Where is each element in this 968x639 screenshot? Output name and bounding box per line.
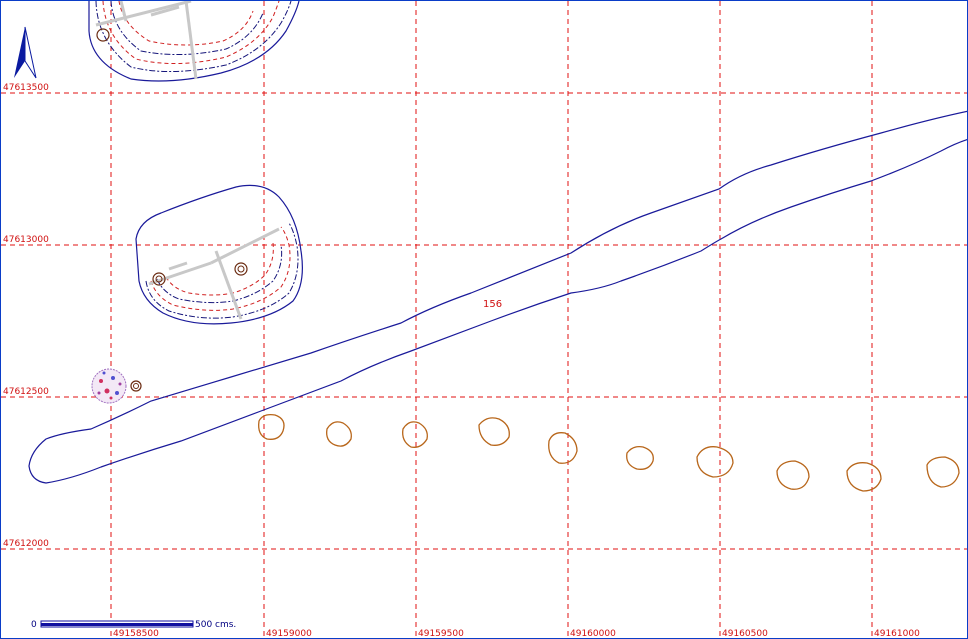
x-label: 49159500	[418, 629, 464, 639]
scale-start-label: 0	[31, 620, 37, 630]
x-label: 49161000	[874, 629, 920, 639]
map-canvas[interactable]: 47613500 47613000 47612500 47612000 4915…	[0, 0, 968, 639]
pit	[478, 417, 510, 446]
y-label: 47613500	[3, 83, 49, 93]
contour-label: 156	[483, 299, 502, 310]
pit	[258, 413, 285, 440]
x-label: 49160000	[570, 629, 616, 639]
y-label: 47612500	[3, 387, 49, 397]
pit	[776, 460, 810, 490]
map-svg: 47613500 47613000 47612500 47612000 4915…	[1, 1, 967, 639]
y-label: 47612000	[3, 539, 49, 549]
pit	[926, 456, 960, 488]
grid-lines	[1, 1, 967, 638]
y-axis-labels: 47613500 47613000 47612500 47612000	[3, 83, 49, 549]
x-label: 49160500	[722, 629, 768, 639]
pit	[402, 421, 428, 448]
pit	[326, 421, 352, 447]
channel-contour: 156	[28, 110, 967, 484]
scale-end-label: 500	[195, 620, 212, 630]
y-label: 47613000	[3, 235, 49, 245]
pit	[846, 462, 882, 492]
x-label: 49158500	[113, 629, 159, 639]
pit	[696, 446, 734, 478]
middle-structure	[135, 184, 303, 325]
rock-feature	[91, 368, 142, 404]
top-structure	[88, 1, 300, 82]
pits-row	[258, 413, 960, 492]
pit	[548, 432, 578, 464]
x-axis-labels: 49158500 49159000 49159500 49160000 4916…	[113, 629, 920, 639]
pit	[626, 445, 654, 470]
x-label: 49159000	[266, 629, 312, 639]
scale-unit-label: cms.	[215, 620, 236, 630]
north-arrow-icon	[14, 26, 37, 79]
